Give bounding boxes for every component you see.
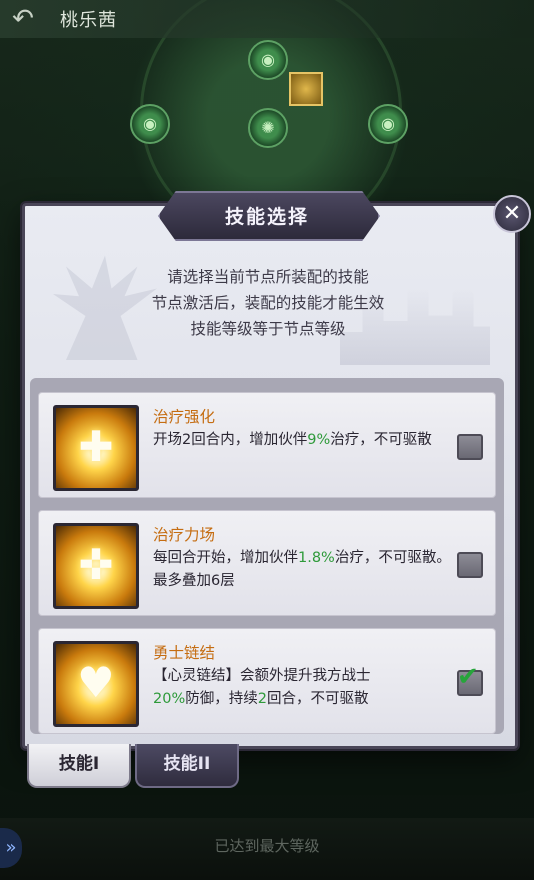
skill-description: 开场2回合内，增加伙伴9%治疗，不可驱散 xyxy=(153,432,432,448)
back-arrow-icon[interactable]: ↶ xyxy=(6,4,40,34)
holy-cross-icon: ✚ xyxy=(53,405,139,491)
skill-node-eye-icon[interactable]: ◉ xyxy=(130,104,170,144)
skill-name: 治疗强化 xyxy=(153,408,216,426)
skill-name: 勇士链结 xyxy=(153,644,216,662)
skill-node-eye-icon[interactable]: ◉ xyxy=(248,40,288,80)
healing-field-icon: ✜ xyxy=(53,523,139,609)
checkmark-icon: ✔ xyxy=(457,662,479,692)
skill-card-warrior-link[interactable]: ♥ 勇士链结 【心灵链结】会额外提升我方战士 20%防御，持续2回合，不可驱散 ✔ xyxy=(38,628,496,734)
skill-name: 治疗力场 xyxy=(153,526,216,544)
chain-heart-icon: ♥ xyxy=(53,641,139,727)
skill-checkbox[interactable] xyxy=(457,552,483,578)
skill-card-heal-boost[interactable]: ✚ 治疗强化 开场2回合内，增加伙伴9%治疗，不可驱散 xyxy=(38,392,496,498)
skill-description: 每回合开始，增加伙伴1.8%治疗，不可驱散。最多叠加6层 xyxy=(153,550,451,589)
skill-node-eye-icon[interactable]: ◉ xyxy=(368,104,408,144)
max-level-text: 已达到最大等级 xyxy=(214,837,320,855)
skill-checkbox-checked[interactable]: ✔ xyxy=(457,662,483,696)
skill-node-sun-icon[interactable]: ✺ xyxy=(248,108,288,148)
modal-title: 技能选择 xyxy=(224,206,309,228)
tab-skill-2[interactable]: 技能II xyxy=(135,744,239,788)
skill-description: 【心灵链结】会额外提升我方战士 20%防御，持续2回合，不可驱散 xyxy=(153,668,371,707)
skill-node-locked-icon[interactable] xyxy=(289,72,323,106)
page-title: 桃乐茜 xyxy=(60,10,117,31)
skill-list[interactable]: ✚ 治疗强化 开场2回合内，增加伙伴9%治疗，不可驱散 ✜ 治疗力场 每回合开始… xyxy=(30,378,504,734)
hint-line-3: 技能等级等于节点等级 xyxy=(190,320,346,338)
hint-line-2: 节点激活后，装配的技能才能生效 xyxy=(151,294,385,312)
close-x-icon[interactable]: ✕ xyxy=(493,195,531,233)
hint-line-1: 请选择当前节点所装配的技能 xyxy=(167,268,369,286)
tab-skill-1[interactable]: 技能I xyxy=(27,744,131,788)
skill-card-heal-field[interactable]: ✜ 治疗力场 每回合开始，增加伙伴1.8%治疗，不可驱散。最多叠加6层 xyxy=(38,510,496,616)
skill-checkbox[interactable] xyxy=(457,434,483,460)
